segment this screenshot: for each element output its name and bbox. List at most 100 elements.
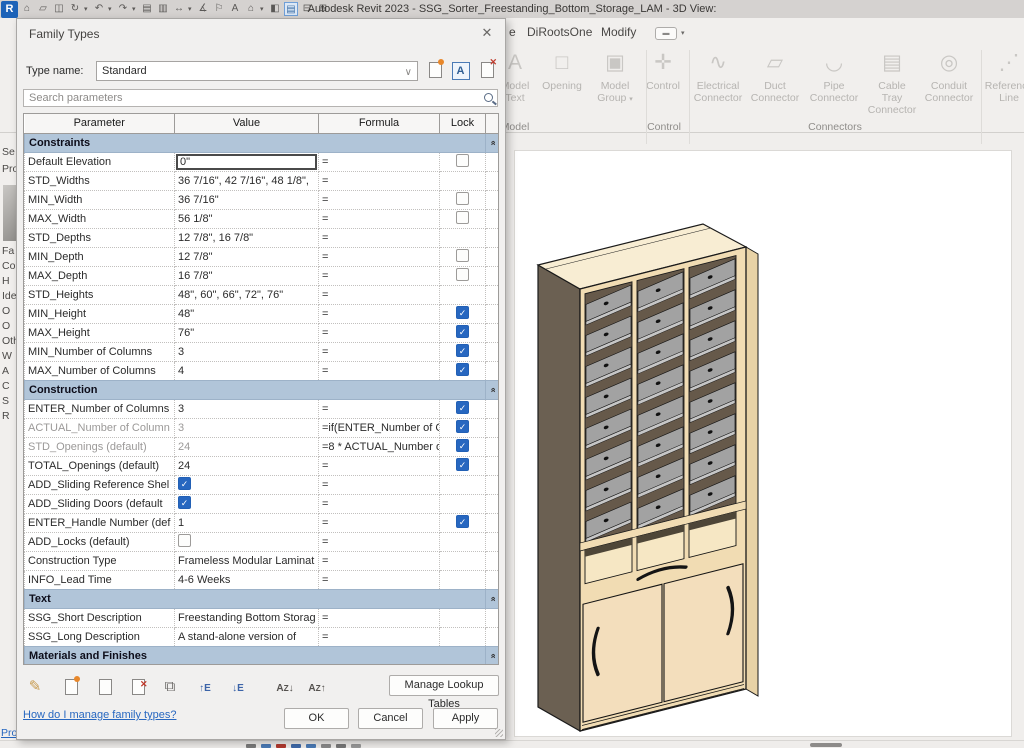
move-up-icon[interactable]: ↑E — [195, 677, 215, 697]
parameter-row[interactable]: TOTAL_Openings (default)24=✓ — [25, 456, 500, 475]
view-control-icon[interactable] — [276, 744, 286, 748]
parameter-formula[interactable]: = — [319, 228, 440, 247]
cabinet-3d-model[interactable] — [518, 195, 818, 743]
header-lock[interactable]: Lock — [440, 114, 486, 133]
new-type-button[interactable] — [426, 61, 445, 80]
value-edit-field[interactable]: 0" — [176, 154, 317, 170]
parameter-value[interactable]: 12 7/8" — [175, 247, 319, 266]
parameter-formula[interactable]: = — [319, 304, 440, 323]
parameter-row[interactable]: Construction TypeFrameless Modular Lamin… — [25, 551, 500, 570]
apply-button[interactable]: Apply — [433, 708, 498, 729]
parameter-value[interactable]: 0" — [175, 152, 319, 171]
parameter-lock[interactable] — [440, 475, 486, 494]
print-icon[interactable]: ▤ — [140, 2, 154, 16]
aligned-dimension-icon[interactable]: ∡ — [196, 2, 210, 16]
dialog-close-button[interactable]: ✕ — [479, 25, 495, 41]
parameter-value[interactable]: 56 1/8" — [175, 209, 319, 228]
parameter-value[interactable] — [175, 532, 319, 551]
parameter-row[interactable]: MIN_Number of Columns3=✓ — [25, 342, 500, 361]
parameter-row[interactable]: SSG_Short DescriptionFreestanding Bottom… — [25, 608, 500, 627]
parameter-lock[interactable] — [440, 171, 486, 190]
lock-checkbox-checked[interactable]: ✓ — [456, 439, 469, 452]
parameter-lock[interactable] — [440, 570, 486, 589]
measure-icon[interactable]: ↔ — [172, 2, 186, 16]
parameter-row[interactable]: ENTER_Handle Number (def1=✓ — [25, 513, 500, 532]
parameter-lock[interactable] — [440, 266, 486, 285]
ribbon-button-conduit-connector[interactable]: ◎ConduitConnector — [922, 48, 976, 124]
default-3d-view-dropdown-icon[interactable]: ▾ — [260, 5, 266, 13]
cancel-button[interactable]: Cancel — [358, 708, 423, 729]
parameter-row[interactable]: MIN_Height48"=✓ — [25, 304, 500, 323]
parameter-formula[interactable]: = — [319, 551, 440, 570]
parameter-value[interactable]: 3 — [175, 399, 319, 418]
section-header-constraints[interactable]: Constraints» — [25, 133, 500, 152]
open-file-icon[interactable]: ▱ — [36, 2, 50, 16]
parameter-formula[interactable]: = — [319, 475, 440, 494]
default-3d-view-icon[interactable]: ⌂ — [244, 2, 258, 16]
switch-windows-icon[interactable]: ⊞ — [316, 2, 330, 16]
lock-checkbox-unchecked[interactable] — [456, 211, 469, 224]
parameter-lock[interactable] — [440, 228, 486, 247]
lock-checkbox-checked[interactable]: ✓ — [456, 515, 469, 528]
collapse-section-icon[interactable]: » — [488, 596, 498, 601]
parameter-row[interactable]: STD_Depths12 7/8", 16 7/8"= — [25, 228, 500, 247]
parameter-lock[interactable]: ✓ — [440, 361, 486, 380]
close-hidden-windows-icon[interactable]: ⊟ — [300, 2, 314, 16]
modify-parameter-icon[interactable] — [95, 677, 115, 697]
parameter-lock[interactable] — [440, 152, 486, 171]
parameter-row[interactable]: MIN_Depth12 7/8"= — [25, 247, 500, 266]
lock-checkbox-unchecked[interactable] — [456, 154, 469, 167]
parameter-row[interactable]: ACTUAL_Number of Column3=if(ENTER_Number… — [25, 418, 500, 437]
parameter-value[interactable]: 3 — [175, 418, 319, 437]
parameter-lock[interactable]: ✓ — [440, 323, 486, 342]
parameter-value[interactable]: 1 — [175, 513, 319, 532]
ribbon-button-opening[interactable]: □Opening — [535, 48, 589, 124]
parameter-row[interactable]: ADD_Sliding Doors (default✓= — [25, 494, 500, 513]
parameter-formula[interactable]: = — [319, 494, 440, 513]
parameter-value[interactable]: 4 — [175, 361, 319, 380]
lock-checkbox-unchecked[interactable] — [456, 192, 469, 205]
parameter-lock[interactable] — [440, 247, 486, 266]
parameter-row[interactable]: INFO_Lead Time4-6 Weeks= — [25, 570, 500, 589]
view-control-icon[interactable] — [336, 744, 346, 748]
parameter-lock[interactable]: ✓ — [440, 304, 486, 323]
delete-parameter-icon[interactable]: ✕ — [128, 677, 148, 697]
value-checkbox-checked[interactable]: ✓ — [178, 477, 191, 490]
header-formula[interactable]: Formula — [319, 114, 440, 133]
parameter-row[interactable]: MIN_Width36 7/16"= — [25, 190, 500, 209]
parameter-row[interactable]: MAX_Number of Columns4=✓ — [25, 361, 500, 380]
tab-create-fragment[interactable]: e — [509, 25, 516, 39]
parameter-row[interactable]: ENTER_Number of Columns3=✓ — [25, 399, 500, 418]
type-name-combobox[interactable]: Standard ∨ — [96, 61, 418, 81]
parameter-value[interactable]: 76" — [175, 323, 319, 342]
view-control-icon[interactable] — [321, 744, 331, 748]
ok-button[interactable]: OK — [284, 708, 349, 729]
parameter-row[interactable]: STD_Openings (default)24=8 * ACTUAL_Numb… — [25, 437, 500, 456]
parameter-value[interactable]: ✓ — [175, 494, 319, 513]
parameter-row[interactable]: MAX_Width56 1/8"= — [25, 209, 500, 228]
edit-pencil-icon[interactable]: ✎ — [25, 677, 45, 697]
tag-icon[interactable]: ⚐ — [212, 2, 226, 16]
parameter-value[interactable]: 36 7/16", 42 7/16", 48 1/8", — [175, 171, 319, 190]
parameter-formula[interactable]: = — [319, 399, 440, 418]
ribbon-button-cable-tray-connector[interactable]: ▤CableTray Connector — [863, 48, 921, 124]
redo-icon[interactable]: ↷ — [116, 2, 130, 16]
section-header-materials-and-finishes[interactable]: Materials and Finishes» — [25, 646, 500, 665]
undo-dropdown-icon[interactable]: ▾ — [108, 5, 114, 13]
collapse-section-icon[interactable]: » — [488, 653, 498, 658]
ribbon-button-pipe-connector[interactable]: ◡PipeConnector — [806, 48, 862, 124]
transfer-icon[interactable]: ▥ — [156, 2, 170, 16]
parameter-formula[interactable]: = — [319, 247, 440, 266]
ribbon-display-caret-icon[interactable]: ▾ — [681, 29, 685, 37]
parameter-value[interactable]: 24 — [175, 456, 319, 475]
tab-dirootsone[interactable]: DiRootsOne — [527, 25, 592, 39]
ribbon-button-model-group[interactable]: ▣ModelGroup ▾ — [587, 48, 643, 124]
parameter-lock[interactable]: ✓ — [440, 513, 486, 532]
family-types-active-icon[interactable]: ▤ — [284, 2, 298, 16]
parameter-lock[interactable]: ✓ — [440, 456, 486, 475]
collapse-section-icon[interactable]: » — [488, 140, 498, 145]
parameter-lock[interactable] — [440, 190, 486, 209]
parameter-lock[interactable] — [440, 285, 486, 304]
duplicate-parameter-icon[interactable]: ⧉ — [160, 677, 180, 697]
sort-ascending-icon[interactable]: AZ↓ — [275, 677, 295, 697]
